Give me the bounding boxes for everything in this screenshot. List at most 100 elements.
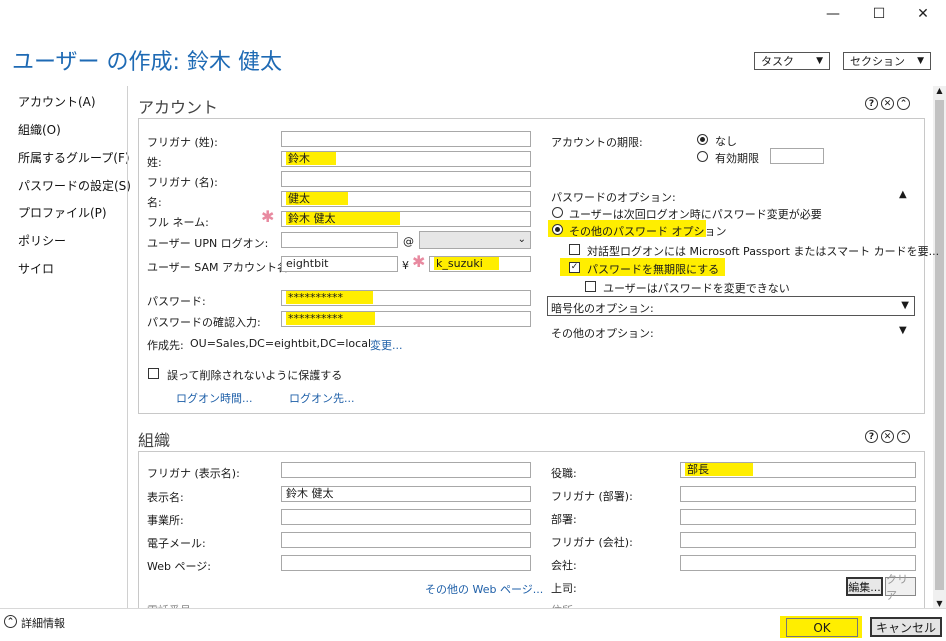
encryption-options-expander[interactable]: 暗号化のオプション: ▼ [547,296,915,316]
nav-item-policy[interactable]: ポリシー [18,232,66,249]
manager-label: 上司: [551,582,577,595]
nav-item-password-settings[interactable]: パスワードの設定(S) [18,177,131,194]
password-confirm-label: パスワードの確認入力: [147,316,261,329]
org-section-header: 組織 [138,431,171,450]
password-value: ********** [286,291,373,304]
expiry-end-radio[interactable] [697,151,708,162]
password-field[interactable]: ********** [281,290,531,306]
password-confirm-field[interactable]: ********** [281,311,531,327]
protect-checkbox[interactable] [148,368,159,379]
collapse-icon[interactable]: ⌃ [897,97,910,110]
job-title-label: 役職: [551,467,577,480]
upn-field[interactable] [281,232,398,248]
furigana-display-field[interactable] [281,462,531,478]
close-button[interactable]: ✕ [900,0,946,28]
furigana-dept-field[interactable] [680,486,916,502]
manager-edit-button[interactable]: 編集... [846,577,883,596]
expiry-end-label: 有効期限 [715,152,759,165]
sei-value: 鈴木 [286,152,336,165]
created-in-value: OU=Sales,DC=eightbit,DC=local [190,337,372,350]
mei-field[interactable]: 健太 [281,191,531,207]
scroll-thumb[interactable] [935,100,944,590]
help-icon[interactable]: ? [865,97,878,110]
upn-domain-select[interactable]: ⌄ [419,231,531,249]
cannot-change-label: ユーザーはパスワードを変更できない [603,282,790,295]
logon-hours-link[interactable]: ログオン時間... [176,390,253,406]
other-options-expander-label[interactable]: その他のオプション: [551,325,654,341]
never-expires-checkbox[interactable]: ✓ [569,262,580,273]
chevron-down-icon: ▼ [901,300,909,311]
minimize-button[interactable]: — [810,0,856,28]
logon-to-link[interactable]: ログオン先... [289,390,355,406]
must-change-radio[interactable] [552,207,563,218]
nav-divider [127,86,128,608]
nav-item-organization[interactable]: 組織(O) [18,121,61,138]
scroll-down-icon[interactable]: ▼ [933,599,946,608]
scroll-up-icon[interactable]: ▲ [933,86,946,98]
email-field[interactable] [281,532,531,548]
smartcard-checkbox[interactable] [569,244,580,255]
yen-separator: ¥ [402,259,409,272]
email-label: 電子メール: [147,537,206,550]
other-web-pages-link[interactable]: その他の Web ページ... [425,581,543,597]
sam-value: k_suzuki [434,257,499,270]
expiry-date-field[interactable] [770,148,824,164]
sam-field[interactable]: k_suzuki [429,256,531,272]
sam-domain-field[interactable]: eightbit [281,256,398,272]
close-section-icon[interactable]: ✕ [881,430,894,443]
expiry-label: アカウントの期限: [551,136,643,149]
required-icon: ✱ [261,207,275,226]
fullname-field[interactable]: 鈴木 健太 [281,211,531,227]
expiry-never-label: なし [715,135,737,148]
maximize-button[interactable]: ☐ [856,0,902,28]
fullname-label: フル ネーム: [147,216,209,229]
furigana-display-label: フリガナ (表示名): [147,467,240,480]
office-field[interactable] [281,509,531,525]
password-label: パスワード: [147,295,206,308]
more-info-label[interactable]: 詳細情報 [21,615,65,631]
manager-clear-button[interactable]: クリア [885,573,916,602]
web-page-label: Web ページ: [147,560,211,573]
fullname-value: 鈴木 健太 [286,212,400,225]
furigana-company-field[interactable] [680,532,916,548]
change-ou-link[interactable]: 変更... [370,337,403,353]
nav-item-silo[interactable]: サイロ [18,260,54,277]
password-confirm-value: ********** [286,312,375,325]
collapse-icon[interactable]: ⌃ [897,430,910,443]
at-sign: @ [403,235,414,248]
scrollbar[interactable]: ▲ ▼ [933,86,946,608]
furigana-company-label: フリガナ (会社): [551,536,633,549]
task-label: タスク [761,55,794,68]
mei-value: 健太 [286,192,348,205]
task-dropdown[interactable]: タスク ▼ [754,52,830,70]
never-expires-label: パスワードを無期限にする [587,263,720,276]
display-name-field[interactable]: 鈴木 健太 [281,486,531,502]
chevron-down-icon[interactable]: ▼ [899,325,907,336]
office-label: 事業所: [147,514,184,527]
furigana-sei-field[interactable] [281,131,531,147]
created-in-label: 作成先: [147,339,184,352]
section-label: セクション [850,55,905,68]
nav-item-account[interactable]: アカウント(A) [18,93,96,110]
expiry-never-radio[interactable] [697,134,708,145]
department-field[interactable] [680,509,916,525]
ok-button[interactable]: OK [786,618,858,637]
cancel-button[interactable]: キャンセル [870,617,942,637]
close-section-icon[interactable]: ✕ [881,97,894,110]
web-page-field[interactable] [281,555,531,571]
account-section-header: アカウント [138,98,219,117]
display-name-label: 表示名: [147,491,184,504]
job-title-field[interactable]: 部長 [680,462,916,478]
section-dropdown[interactable]: セクション ▼ [843,52,931,70]
company-field[interactable] [680,555,916,571]
help-icon[interactable]: ? [865,430,878,443]
furigana-mei-field[interactable] [281,171,531,187]
nav-item-member-of[interactable]: 所属するグループ(F) [18,149,130,166]
other-options-radio[interactable] [552,224,563,235]
chevron-up-icon[interactable]: ▲ [899,189,907,200]
sei-field[interactable]: 鈴木 [281,151,531,167]
cannot-change-checkbox[interactable] [585,281,596,292]
chevron-up-icon[interactable]: ⌃ [4,615,17,628]
nav-item-profile[interactable]: プロファイル(P) [18,204,107,221]
chevron-down-icon: ▼ [816,56,823,66]
